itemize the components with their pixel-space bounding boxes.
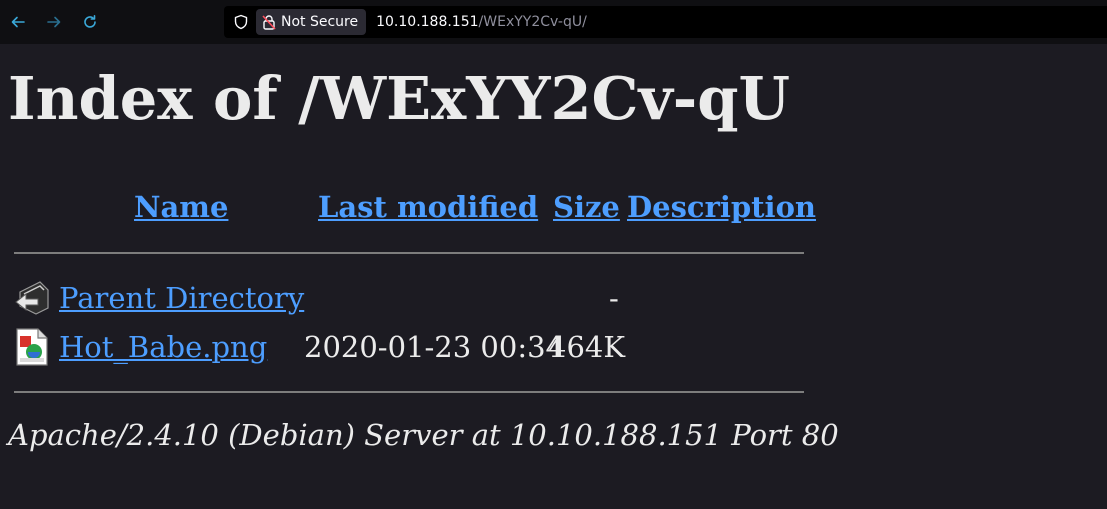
forward-arrow-icon [47,16,61,28]
row-size: - [609,281,619,315]
row-size: 464K [548,330,626,364]
url-host: 10.10.188.151 [376,14,479,30]
header-divider [14,252,804,254]
reload-button[interactable] [72,0,108,44]
forward-button[interactable] [36,0,72,44]
row-link-parent-directory[interactable]: Parent Directory [59,281,304,315]
shield-icon [234,14,248,30]
address-bar[interactable]: Not Secure 10.10.188.151/WExYY2Cv-qU/ [224,6,1107,38]
back-button[interactable] [0,0,36,44]
column-header-last-modified[interactable]: Last modified [318,190,538,224]
tracking-protection-button[interactable] [226,14,256,30]
site-security-indicator[interactable]: Not Secure [256,9,367,35]
back-arrow-icon [11,16,25,28]
back-folder-icon [14,278,50,316]
column-header-name[interactable]: Name [134,190,228,224]
url-text[interactable]: 10.10.188.151/WExYY2Cv-qU/ [376,14,587,30]
column-header-description[interactable]: Description [627,190,816,224]
footer-divider [14,391,804,393]
not-secure-label: Not Secure [281,14,359,30]
server-signature: Apache/2.4.10 (Debian) Server at 10.10.1… [8,418,839,452]
page-title: Index of /WExYY2Cv-qU [8,64,790,133]
column-header-size[interactable]: Size [553,190,620,224]
row-last-modified: 2020-01-23 00:34 [304,330,564,364]
row-link-file[interactable]: Hot_Babe.png [59,330,267,364]
reload-icon [84,15,96,28]
lock-warning-icon [262,14,276,30]
browser-toolbar: Not Secure 10.10.188.151/WExYY2Cv-qU/ [0,0,1107,44]
url-path: /WExYY2Cv-qU/ [478,14,587,30]
image-file-icon [14,327,50,366]
